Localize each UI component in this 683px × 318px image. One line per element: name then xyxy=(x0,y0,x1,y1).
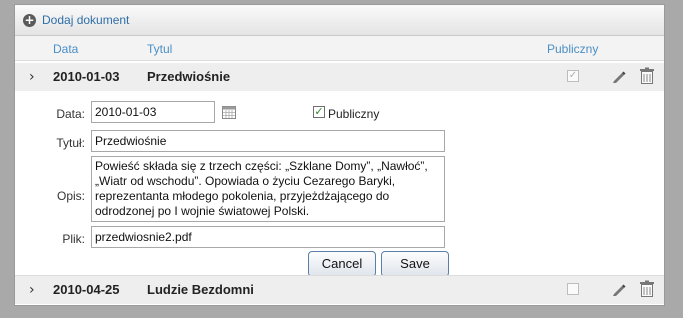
column-headers: Data Tytul Publiczny xyxy=(15,36,664,61)
description-label: Opis: xyxy=(56,189,85,203)
file-input[interactable] xyxy=(91,226,445,248)
calendar-icon[interactable] xyxy=(222,106,236,119)
row-public-checkbox[interactable] xyxy=(567,283,579,295)
column-header-public[interactable]: Publiczny xyxy=(547,42,598,56)
description-textarea[interactable]: Powieść składa się z trzech części: „Szk… xyxy=(91,156,445,222)
public-checkbox[interactable]: ✓ xyxy=(313,106,325,118)
row-date: 2010-01-03 xyxy=(53,69,120,84)
add-document-label: Dodaj dokument xyxy=(42,13,130,27)
save-button[interactable]: Save xyxy=(381,251,449,277)
table-row[interactable]: › 2010-01-03 Przedwiośnie ✓ xyxy=(15,63,664,91)
date-label: Data: xyxy=(56,107,85,121)
cancel-button[interactable]: Cancel xyxy=(308,251,376,277)
public-label: Publiczny xyxy=(328,107,380,121)
title-label: Tytuł: xyxy=(56,136,85,150)
row-title: Przedwiośnie xyxy=(147,69,231,84)
title-input[interactable] xyxy=(91,130,445,152)
documents-panel: + Dodaj dokument Data Tytul Publiczny › … xyxy=(14,4,665,306)
toolbar: + Dodaj dokument xyxy=(15,5,664,36)
expand-chevron-icon[interactable]: › xyxy=(29,69,35,85)
file-label: Plik: xyxy=(62,232,85,246)
table-row[interactable]: › 2010-04-25 Ludzie Bezdomni xyxy=(15,275,664,304)
expand-chevron-icon[interactable]: › xyxy=(29,282,35,298)
edit-pencil-icon[interactable] xyxy=(611,68,627,84)
row-date: 2010-04-25 xyxy=(53,282,120,297)
delete-trash-icon[interactable] xyxy=(639,67,655,85)
column-header-date[interactable]: Data xyxy=(53,42,78,56)
document-edit-form: Data: ✓ Publiczny Tytuł: Opis: Powieść s… xyxy=(15,92,664,277)
row-title: Ludzie Bezdomni xyxy=(147,282,254,297)
row-public-checkbox[interactable]: ✓ xyxy=(567,70,579,82)
add-document-button[interactable]: + Dodaj dokument xyxy=(23,13,129,27)
date-input[interactable] xyxy=(91,101,215,123)
delete-trash-icon[interactable] xyxy=(639,280,655,298)
edit-pencil-icon[interactable] xyxy=(611,281,627,297)
plus-icon: + xyxy=(23,12,36,27)
column-header-title[interactable]: Tytul xyxy=(147,42,172,56)
